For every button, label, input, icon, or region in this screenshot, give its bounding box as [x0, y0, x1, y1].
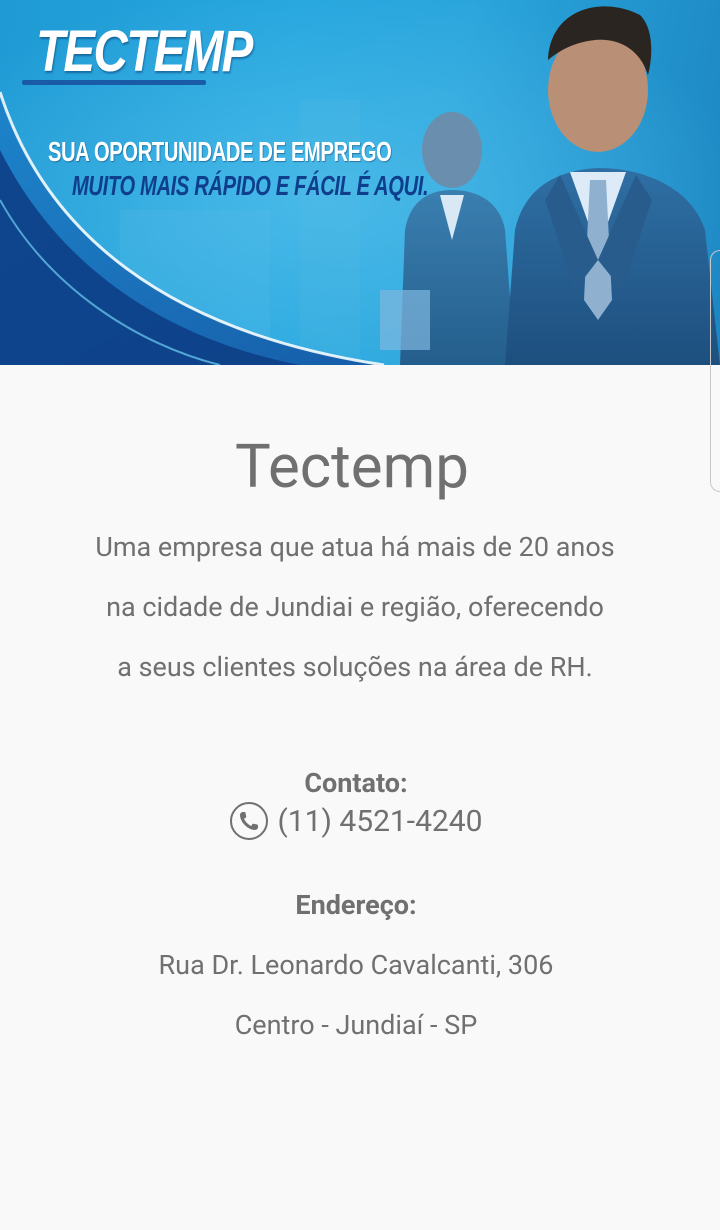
phone-icon: [229, 801, 269, 841]
main-content: Tectemp Uma empresa que atua há mais de …: [0, 365, 720, 1230]
address-label: Endereço:: [295, 889, 417, 921]
hero-banner: TECTEMP SUA OPORTUNIDADE DE EMPREGO MUIT…: [0, 0, 720, 365]
description-line: Uma empresa que atua há mais de 20 anos: [95, 531, 615, 563]
description-line: a seus clientes soluções na área de RH.: [117, 651, 593, 683]
banner-tagline-secondary: MUITO MAIS RÁPIDO E FÁCIL É AQUI.: [72, 170, 429, 201]
page-title: Tectemp: [235, 431, 469, 502]
page: TECTEMP SUA OPORTUNIDADE DE EMPREGO MUIT…: [0, 0, 720, 1230]
company-description: Uma empresa que atua há mais de 20 anos …: [0, 517, 710, 697]
logo-underline: [22, 80, 206, 85]
contact-label: Contato:: [304, 767, 408, 799]
banner-tagline-primary: SUA OPORTUNIDADE DE EMPREGO: [48, 136, 392, 167]
phone-link[interactable]: (11) 4521-4240: [0, 801, 712, 841]
phone-number: (11) 4521-4240: [277, 803, 483, 839]
description-line: na cidade de Jundiai e região, oferecend…: [106, 591, 604, 623]
address-city: Centro - Jundiaí - SP: [234, 1009, 478, 1041]
brand-logo: TECTEMP: [36, 19, 253, 84]
address-street: Rua Dr. Leonardo Cavalcanti, 306: [158, 949, 554, 981]
